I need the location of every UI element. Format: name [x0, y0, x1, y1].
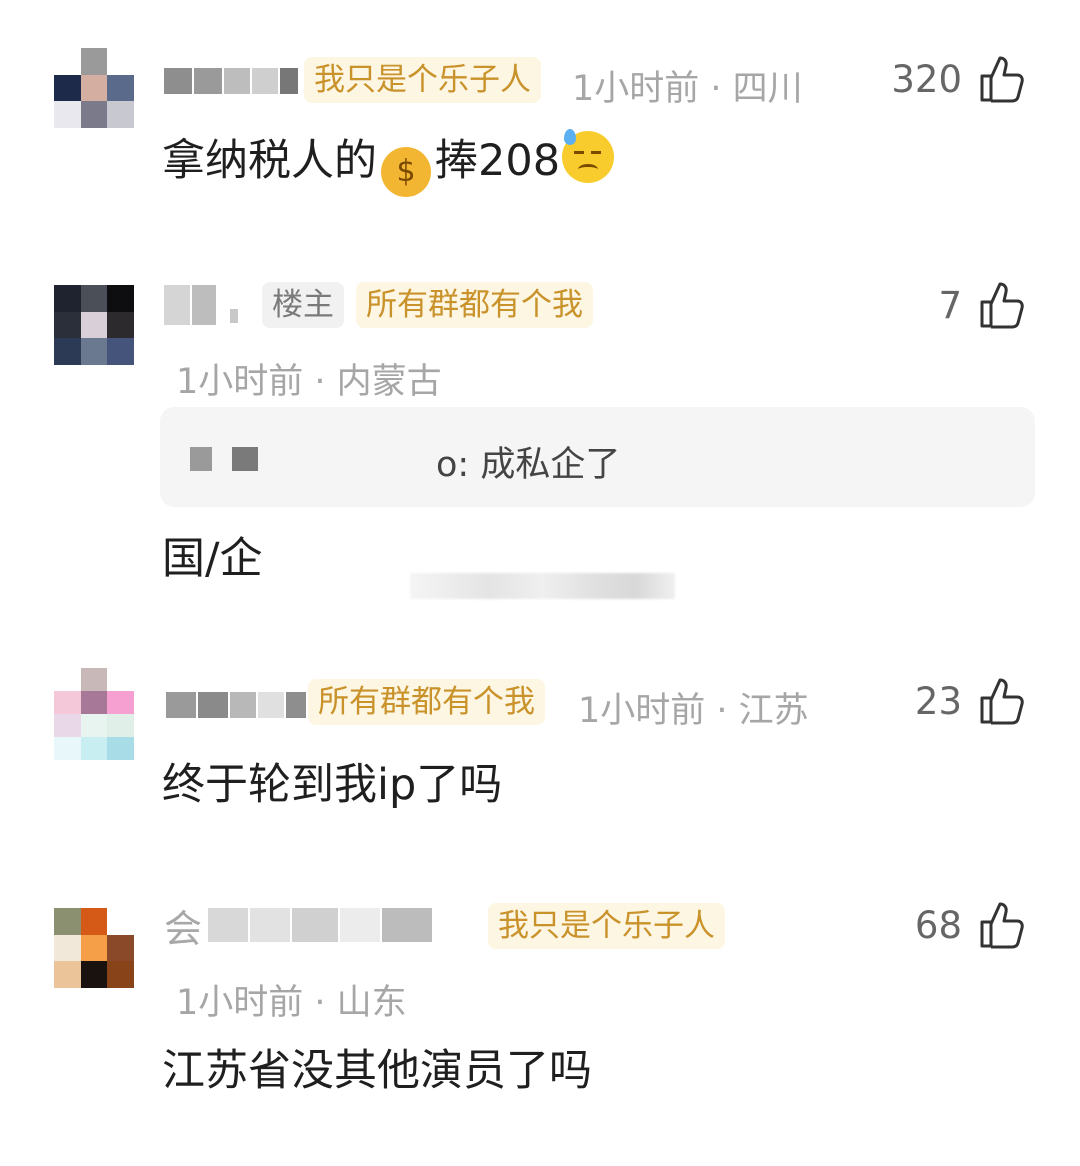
username[interactable]: [164, 285, 238, 325]
avatar[interactable]: [54, 48, 134, 128]
quoted-text: o: 成私企了: [436, 445, 621, 485]
comment-meta: 1小时前 · 山东: [176, 983, 407, 1023]
avatar[interactable]: [54, 668, 134, 760]
fan-badge[interactable]: 我只是个乐子人: [304, 57, 541, 103]
blurred-content: [410, 573, 675, 599]
comment-text-part: 捧208: [435, 136, 561, 186]
sad-sweat-emoji-icon: [562, 129, 615, 183]
like-button[interactable]: 23: [915, 676, 1026, 726]
like-count: 7: [938, 283, 962, 327]
thumbs-up-icon[interactable]: [978, 54, 1026, 104]
like-count: 23: [914, 679, 962, 723]
comment-meta: 1小时前 · 四川: [572, 69, 803, 109]
avatar[interactable]: [54, 285, 134, 365]
quoted-reply[interactable]: o: 成私企了: [160, 407, 1035, 507]
like-count: 320: [891, 57, 962, 101]
comment-meta: 1小时前 · 江苏: [578, 691, 809, 731]
like-button[interactable]: 7: [938, 280, 1026, 330]
username-first-char: 会: [164, 906, 203, 951]
comment-text: 拿纳税人的 $ 捧208: [162, 126, 615, 197]
comment-meta: 1小时前 · 内蒙古: [176, 362, 442, 402]
like-button[interactable]: 68: [915, 900, 1026, 950]
fan-badge[interactable]: 我只是个乐子人: [488, 903, 725, 949]
quoted-username: [190, 447, 258, 471]
thumbs-up-icon[interactable]: [978, 676, 1026, 726]
username[interactable]: 会: [164, 907, 433, 951]
comment-text-part: 拿纳税人的: [162, 136, 377, 186]
comment-text: 终于轮到我ip了吗: [162, 760, 503, 810]
comment-text: 江苏省没其他演员了吗: [162, 1046, 592, 1096]
fan-badge[interactable]: 所有群都有个我: [308, 679, 545, 725]
thumbs-up-icon[interactable]: [978, 280, 1026, 330]
avatar[interactable]: [54, 908, 134, 988]
comment-text: 国/企: [162, 534, 263, 584]
op-badge: 楼主: [262, 282, 344, 328]
like-count: 68: [914, 903, 962, 947]
username[interactable]: [164, 66, 298, 96]
fan-badge[interactable]: 所有群都有个我: [356, 282, 593, 328]
money-bag-icon: $: [381, 147, 431, 197]
username[interactable]: [166, 690, 306, 720]
thumbs-up-icon[interactable]: [978, 900, 1026, 950]
like-button[interactable]: 320: [891, 54, 1026, 104]
